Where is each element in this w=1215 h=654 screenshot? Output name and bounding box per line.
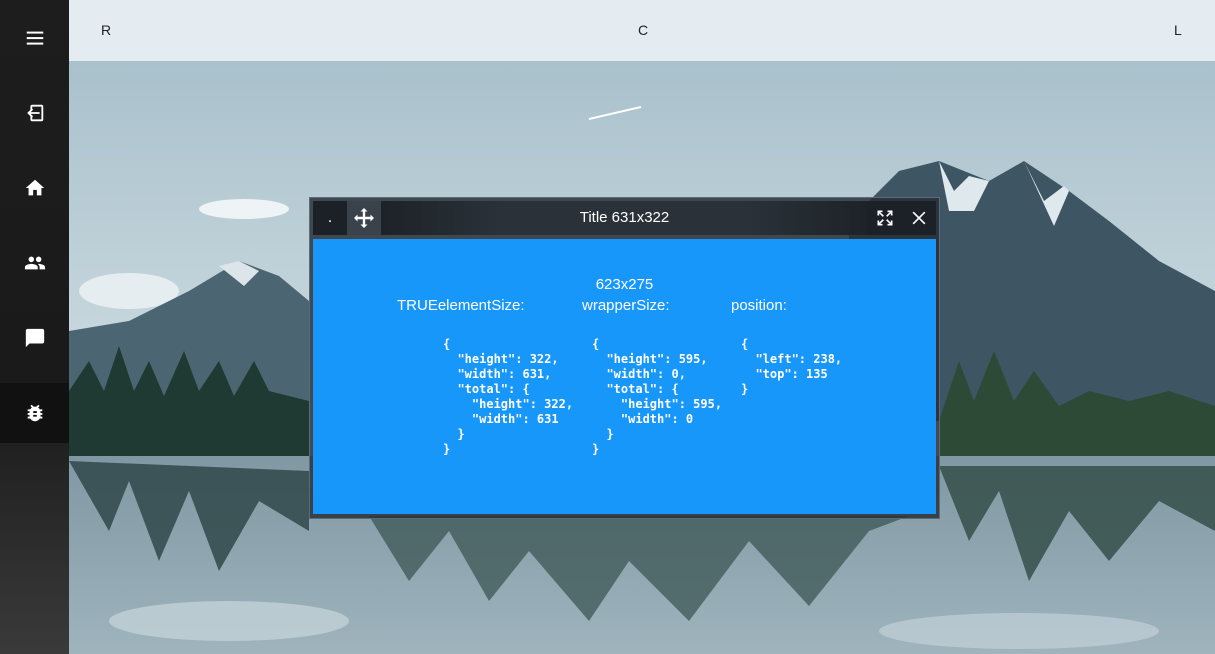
- wrapper-size-json: { "height": 595, "width": 0, "total": { …: [592, 337, 723, 456]
- menu-icon: [26, 31, 43, 45]
- window-titlebar[interactable]: Title 631x322 .: [313, 201, 936, 235]
- content-size-label: 623x275: [595, 276, 654, 293]
- close-button[interactable]: [902, 201, 936, 235]
- position-center-button[interactable]: C: [638, 22, 648, 38]
- position-json: { "left": 238, "top": 135 }: [741, 337, 843, 396]
- sidebar-item-menu[interactable]: [0, 8, 69, 68]
- position-toolbar: R C L: [69, 0, 1215, 61]
- position-right-button[interactable]: R: [101, 22, 111, 38]
- window-content: 623x275 TRUEelementSize: wrapperSize: po…: [313, 239, 936, 514]
- move-arrows-icon: [354, 208, 374, 228]
- true-element-size-label: TRUEelementSize:: [397, 297, 525, 314]
- move-handle[interactable]: [347, 201, 381, 235]
- exit-icon: [26, 104, 43, 122]
- expand-icon: [877, 210, 893, 226]
- bug-icon: [27, 404, 42, 422]
- sidebar-item-chat[interactable]: [0, 308, 69, 368]
- true-element-size-json: { "height": 322, "width": 631, "total": …: [443, 337, 574, 456]
- sidebar-item-bug[interactable]: [0, 383, 69, 443]
- close-icon: [912, 211, 926, 225]
- floating-window: Title 631x322 . 623x275 TRUEelementSize:…: [309, 197, 940, 519]
- sidebar-item-exit[interactable]: [0, 83, 69, 143]
- window-title: Title 631x322: [579, 209, 670, 226]
- maximize-button[interactable]: [868, 201, 902, 235]
- home-icon: [25, 179, 44, 196]
- window-dot-button[interactable]: .: [313, 201, 347, 235]
- chat-icon: [25, 328, 44, 348]
- sidebar-item-home[interactable]: [0, 158, 69, 218]
- position-label: position:: [731, 297, 787, 314]
- sidebar-item-people[interactable]: [0, 233, 69, 293]
- people-icon: [24, 256, 45, 270]
- wrapper-size-label: wrapperSize:: [582, 297, 670, 314]
- sidebar: [0, 0, 69, 654]
- position-left-button[interactable]: L: [1174, 22, 1182, 38]
